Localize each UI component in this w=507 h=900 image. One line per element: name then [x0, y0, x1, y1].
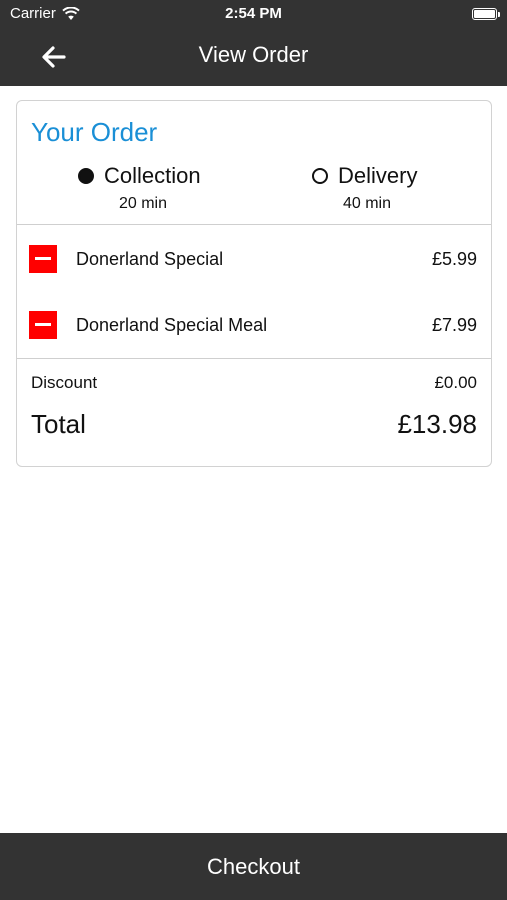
remove-item-icon[interactable] [29, 311, 57, 339]
item-price: £7.99 [431, 314, 477, 335]
remove-item-icon[interactable] [29, 245, 57, 273]
divider [17, 224, 491, 225]
delivery-time: 40 min [342, 195, 392, 212]
top-bar: Carrier 2:54 PM View Order [0, 0, 507, 86]
delivery-option[interactable]: Delivery 40 min [312, 163, 422, 213]
order-card: Your Order Collection 20 min Delivery 40… [16, 100, 492, 467]
item-name: Donerland Special Meal [76, 314, 268, 335]
battery-icon [472, 8, 500, 20]
total-value: £13.98 [397, 409, 477, 439]
radio-selected-icon[interactable] [78, 168, 94, 184]
item-name: Donerland Special [76, 248, 224, 269]
status-time: 2:54 PM [225, 5, 282, 22]
delivery-label: Delivery [338, 163, 418, 188]
order-item: Donerland Special £5.99 [17, 239, 491, 279]
order-title: Your Order [31, 117, 158, 147]
checkout-button[interactable]: Checkout [0, 833, 507, 900]
divider [17, 358, 491, 359]
order-item: Donerland Special Meal £7.99 [17, 305, 491, 345]
radio-unselected-icon[interactable] [312, 168, 328, 184]
status-bar: Carrier 2:54 PM [0, 0, 507, 28]
collection-time: 20 min [118, 195, 168, 212]
item-price: £5.99 [431, 248, 477, 269]
discount-label: Discount [31, 373, 98, 392]
total-label: Total [31, 409, 86, 439]
page-title: View Order [198, 42, 309, 67]
collection-option[interactable]: Collection 20 min [78, 163, 208, 213]
discount-value: £0.00 [434, 373, 477, 392]
nav-bar: View Order [0, 28, 507, 86]
collection-label: Collection [104, 163, 201, 188]
